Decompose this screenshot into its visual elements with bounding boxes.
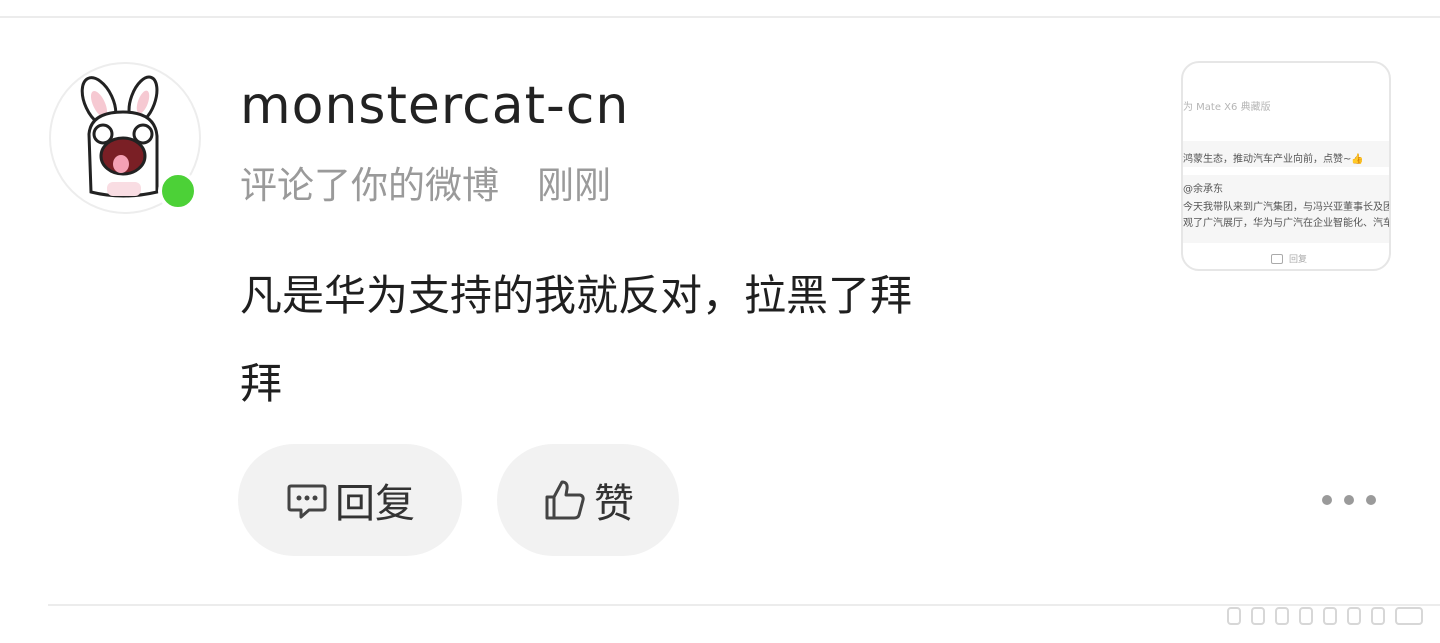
comment-text: 凡是华为支持的我就反对，拉黑了拜 拜	[240, 252, 1100, 428]
thumbs-up-icon	[542, 477, 588, 523]
comment-bubble-icon	[285, 478, 329, 522]
dot	[1366, 495, 1376, 505]
like-label: 赞	[594, 481, 634, 527]
dot	[1322, 495, 1332, 505]
like-button[interactable]: 赞	[497, 444, 679, 556]
username[interactable]: monstercat-cn	[240, 74, 629, 138]
reply-button[interactable]: 回复	[238, 444, 462, 556]
comment-line-1: 凡是华为支持的我就反对，拉黑了拜	[240, 271, 913, 320]
action-text: 评论了你的微博	[240, 164, 499, 207]
thumbnail-line-5: 观了广汽展厅，华为与广汽在企业智能化、汽车电	[1183, 218, 1391, 229]
thumbnail-comment-icon	[1271, 253, 1283, 264]
watermark-icon	[1227, 607, 1423, 625]
thumbnail-reply-label: 回复	[1289, 255, 1308, 265]
thumbnail-reply: 回复	[1271, 252, 1307, 265]
thumbnail-line-1: 为 Mate X6 典藏版	[1183, 102, 1271, 113]
thumbnail-line-3: @余承东	[1183, 184, 1223, 195]
more-dots-icon[interactable]	[1322, 486, 1376, 514]
timestamp: 刚刚	[537, 164, 611, 207]
weibo-thumbnail[interactable]: 为 Mate X6 典藏版 鸿蒙生态，推动汽车产业向前，点赞~👍 @余承东 今天…	[1181, 61, 1391, 271]
reply-label: 回复	[335, 481, 415, 527]
thumbnail-line-2: 鸿蒙生态，推动汽车产业向前，点赞~👍	[1183, 154, 1364, 165]
comment-line-2: 拜	[240, 359, 283, 408]
online-status-indicator	[158, 171, 198, 211]
top-divider	[0, 16, 1440, 18]
thumbnail-line-4: 今天我带队来到广汽集团，与冯兴亚董事长及团队	[1183, 202, 1391, 213]
notification-meta: 评论了你的微博 刚刚	[240, 162, 611, 210]
dot	[1344, 495, 1354, 505]
